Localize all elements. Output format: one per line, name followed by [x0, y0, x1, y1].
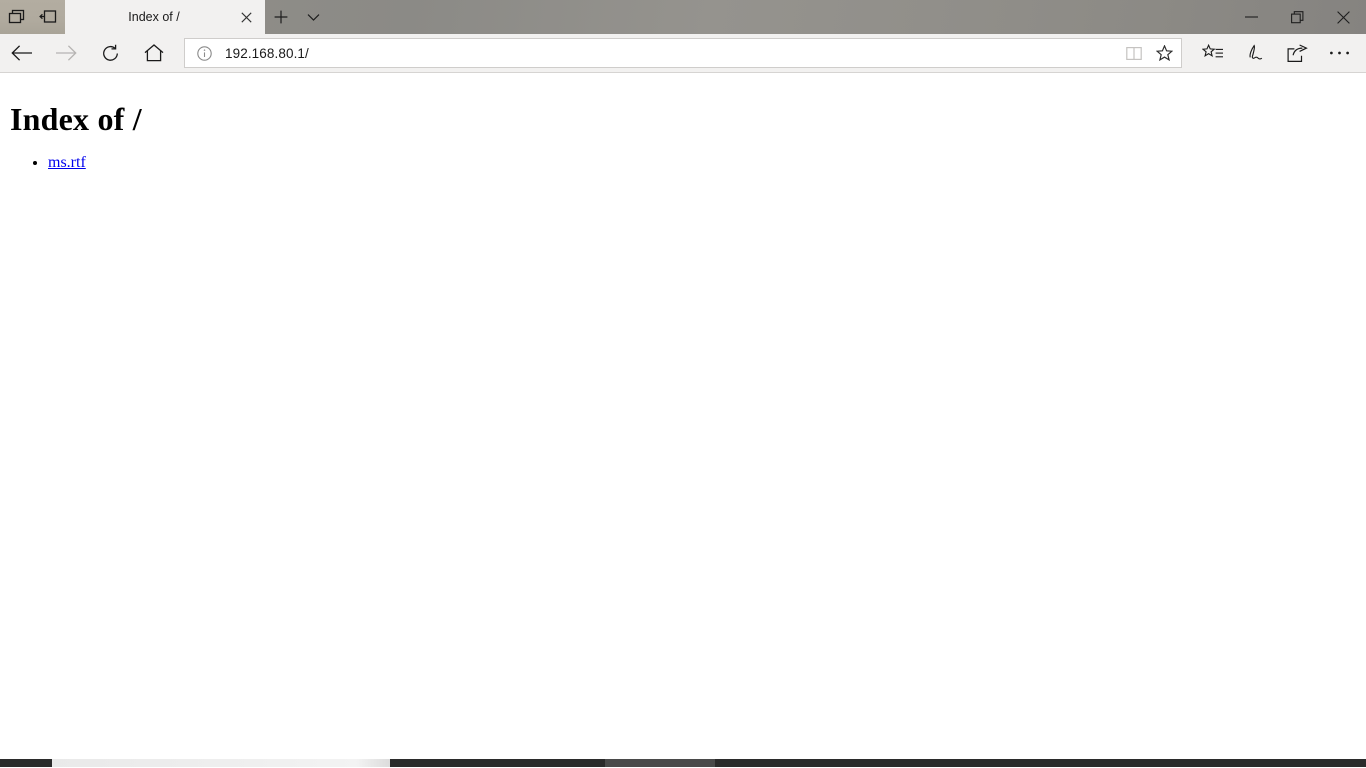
tab-title: Index of /	[128, 10, 180, 24]
arrow-right-icon	[55, 44, 77, 62]
taskbar-active-window-region[interactable]	[52, 759, 390, 767]
list-item: ms.rtf	[48, 153, 1358, 173]
tab-actions-menu-button[interactable]	[297, 0, 329, 34]
home-button[interactable]	[132, 34, 176, 72]
favorite-button[interactable]	[1149, 39, 1179, 67]
show-tab-previews-button[interactable]	[0, 1, 32, 33]
refresh-button[interactable]	[88, 34, 132, 72]
page-content-area: Index of / ms.rtf	[0, 73, 1366, 767]
restore-icon	[1290, 10, 1304, 24]
tabs-aside-icon	[39, 9, 57, 25]
directory-entry-list: ms.rtf	[8, 153, 1358, 173]
taskbar-tray-region[interactable]	[715, 759, 1366, 767]
address-bar[interactable]: Index of / 192.168.80.1/	[184, 38, 1182, 68]
close-window-button[interactable]	[1320, 0, 1366, 34]
url-text[interactable]: 192.168.80.1/	[215, 46, 1119, 61]
star-list-icon	[1202, 43, 1224, 63]
taskbar-highlight-region[interactable]	[605, 759, 715, 767]
tab-previews-icon	[8, 9, 25, 26]
settings-button[interactable]	[1318, 34, 1360, 72]
restore-button[interactable]	[1274, 0, 1320, 34]
hub-button[interactable]	[1192, 34, 1234, 72]
titlebar-system-buttons	[0, 0, 65, 34]
tab-strip: Index of /	[65, 0, 329, 34]
set-tabs-aside-button[interactable]	[32, 1, 64, 33]
browser-tab[interactable]: Index of /	[65, 0, 265, 34]
plus-icon	[274, 10, 288, 24]
notes-button[interactable]	[1234, 34, 1276, 72]
share-button[interactable]	[1276, 34, 1318, 72]
close-icon	[240, 11, 252, 23]
pen-icon	[1245, 44, 1265, 63]
window-controls	[1228, 0, 1366, 34]
home-icon	[144, 44, 164, 62]
taskbar-items-region[interactable]	[390, 759, 605, 767]
taskbar[interactable]	[0, 759, 1366, 767]
directory-listing: Index of / ms.rtf	[0, 73, 1366, 173]
ellipsis-icon	[1329, 50, 1350, 56]
arrow-left-icon	[11, 44, 33, 62]
close-icon	[1336, 10, 1350, 24]
forward-button[interactable]	[44, 34, 88, 72]
site-info-icon[interactable]	[193, 42, 215, 64]
browser-title-bar: Index of /	[0, 0, 1366, 34]
browser-toolbar: Index of / 192.168.80.1/	[0, 34, 1366, 73]
directory-entry-link[interactable]: ms.rtf	[48, 154, 86, 171]
minimize-icon	[1244, 16, 1258, 18]
minimize-button[interactable]	[1228, 0, 1274, 34]
refresh-icon	[101, 44, 120, 63]
new-tab-button[interactable]	[265, 0, 297, 34]
taskbar-start-region[interactable]	[0, 759, 52, 767]
page-title: Index of /	[10, 101, 142, 137]
reading-view-button[interactable]	[1119, 39, 1149, 67]
tab-close-button[interactable]	[233, 4, 259, 30]
chevron-down-icon	[307, 13, 320, 22]
back-button[interactable]	[0, 34, 44, 72]
share-icon	[1287, 43, 1308, 63]
